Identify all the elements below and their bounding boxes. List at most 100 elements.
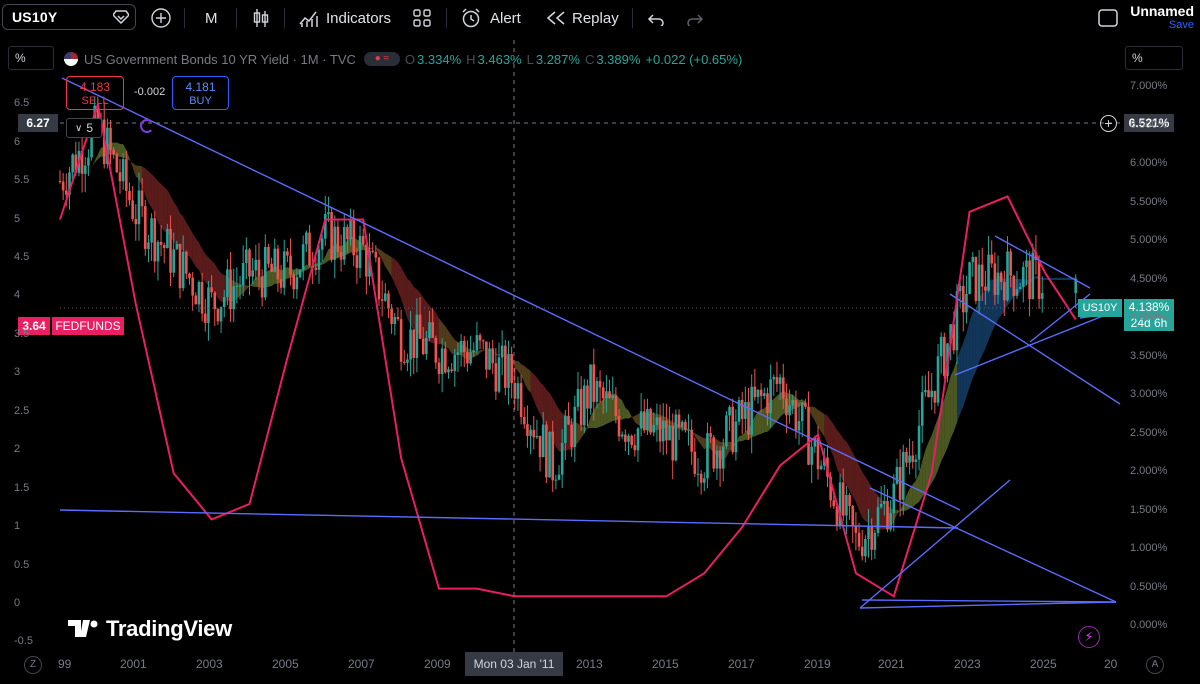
candle-body bbox=[709, 433, 712, 438]
candle-body bbox=[251, 270, 254, 277]
candle-body bbox=[431, 322, 434, 338]
candle-body bbox=[718, 450, 722, 469]
time-axis-tick: 2001 bbox=[120, 657, 147, 671]
right-axis-tick: 3.500% bbox=[1130, 349, 1168, 362]
ribbon-segment bbox=[909, 484, 913, 509]
candle-body bbox=[219, 306, 223, 322]
left-axis-tick: 0.5 bbox=[14, 558, 30, 571]
trendline[interactable] bbox=[59, 509, 959, 529]
eye-toggle-icon[interactable]: ● ≈ bbox=[363, 52, 400, 66]
candle-body bbox=[1040, 293, 1044, 299]
candle-body bbox=[630, 435, 633, 446]
buy-button[interactable]: 4.181 BUY bbox=[172, 76, 229, 110]
low-value: 3.287% bbox=[535, 51, 580, 67]
sell-price: 4.183 bbox=[79, 80, 111, 94]
candle-body bbox=[668, 425, 671, 441]
right-axis-tick: 7.000% bbox=[1130, 80, 1168, 92]
ribbon-segment bbox=[448, 331, 452, 354]
lightning-icon[interactable]: ⚡ bbox=[1078, 626, 1100, 648]
candle-body bbox=[728, 406, 731, 416]
candle-body bbox=[598, 381, 602, 388]
trendline[interactable] bbox=[861, 599, 1117, 603]
candle-body bbox=[172, 249, 175, 273]
ribbon-segment bbox=[944, 388, 948, 455]
candle-body bbox=[522, 417, 526, 425]
candle-body bbox=[314, 267, 318, 270]
candle-body bbox=[387, 293, 390, 309]
candle-body bbox=[608, 391, 611, 398]
candle-body bbox=[652, 424, 656, 433]
ribbon-segment bbox=[697, 434, 702, 445]
candle-body bbox=[175, 244, 179, 250]
candle-body bbox=[131, 200, 134, 219]
candle-body bbox=[725, 415, 728, 447]
ribbon-segment bbox=[91, 160, 95, 168]
left-axis-tick: 3 bbox=[14, 366, 21, 379]
left-axis-tick: -0.5 bbox=[14, 635, 33, 648]
candle-body bbox=[358, 235, 362, 268]
candle-body bbox=[819, 465, 823, 470]
ribbon-segment bbox=[811, 406, 815, 421]
timezone-zoom-button[interactable]: Z bbox=[24, 656, 42, 674]
ribbon-segment bbox=[217, 269, 222, 302]
candle-body bbox=[412, 329, 416, 358]
trendline[interactable] bbox=[61, 77, 961, 511]
ribbon-segment bbox=[385, 253, 389, 272]
candle-body bbox=[854, 526, 858, 533]
ribbon-segment bbox=[527, 368, 531, 393]
left-axis-tick: 0 bbox=[14, 597, 21, 609]
candle-body bbox=[753, 386, 757, 398]
candle-body bbox=[295, 277, 299, 290]
candle-body bbox=[1009, 251, 1012, 276]
candle-body bbox=[134, 218, 138, 225]
candle-body bbox=[766, 393, 769, 414]
candle-body bbox=[200, 282, 204, 314]
quantity-value: 5 bbox=[86, 121, 93, 135]
ribbon-segment bbox=[824, 414, 828, 444]
candle-body bbox=[848, 495, 851, 507]
candle-body bbox=[744, 402, 747, 419]
ribbon-segment bbox=[192, 233, 196, 267]
add-alert-icon[interactable]: + bbox=[1100, 115, 1117, 132]
candle-body bbox=[734, 421, 738, 453]
candle-body bbox=[282, 251, 286, 288]
candle-body bbox=[633, 445, 637, 451]
candle-body bbox=[507, 354, 510, 388]
ribbon-segment bbox=[530, 370, 534, 400]
trendline[interactable] bbox=[859, 601, 1117, 609]
ribbon-segment bbox=[628, 410, 632, 419]
candle-body bbox=[298, 269, 302, 278]
candle-body bbox=[371, 250, 374, 252]
quantity-stepper[interactable]: ∨ 5 bbox=[66, 118, 102, 138]
ribbon-segment bbox=[821, 411, 825, 437]
candle-body bbox=[601, 387, 605, 399]
sell-button[interactable]: 4.183 SELL bbox=[66, 76, 124, 110]
candle-body bbox=[115, 154, 119, 173]
candle-body bbox=[974, 256, 978, 302]
candle-body bbox=[715, 450, 719, 469]
right-scale-unit[interactable]: % bbox=[1125, 46, 1183, 70]
candle-body bbox=[510, 354, 513, 384]
us-flag-icon bbox=[64, 52, 78, 66]
candle-body bbox=[396, 317, 400, 320]
ribbon-segment bbox=[517, 361, 522, 376]
auto-scale-button[interactable]: A bbox=[1146, 656, 1164, 674]
ribbon-segment bbox=[922, 449, 926, 498]
candle-body bbox=[166, 228, 169, 249]
candle-body bbox=[118, 172, 122, 182]
candle-body bbox=[554, 479, 558, 481]
time-axis-tick: 2009 bbox=[424, 657, 451, 671]
candle-body bbox=[1018, 286, 1022, 290]
trendline[interactable] bbox=[869, 487, 1117, 603]
candle-body bbox=[639, 411, 643, 429]
candle-body bbox=[260, 276, 264, 298]
candle-body bbox=[775, 377, 779, 384]
candle-body bbox=[980, 264, 984, 287]
candle-body bbox=[595, 381, 599, 402]
candle-body bbox=[567, 415, 570, 425]
trendline[interactable] bbox=[859, 479, 1011, 609]
candle-body bbox=[541, 424, 545, 458]
left-scale-unit[interactable]: % bbox=[8, 46, 54, 70]
refresh-icon[interactable] bbox=[140, 119, 154, 133]
candle-body bbox=[851, 506, 855, 527]
